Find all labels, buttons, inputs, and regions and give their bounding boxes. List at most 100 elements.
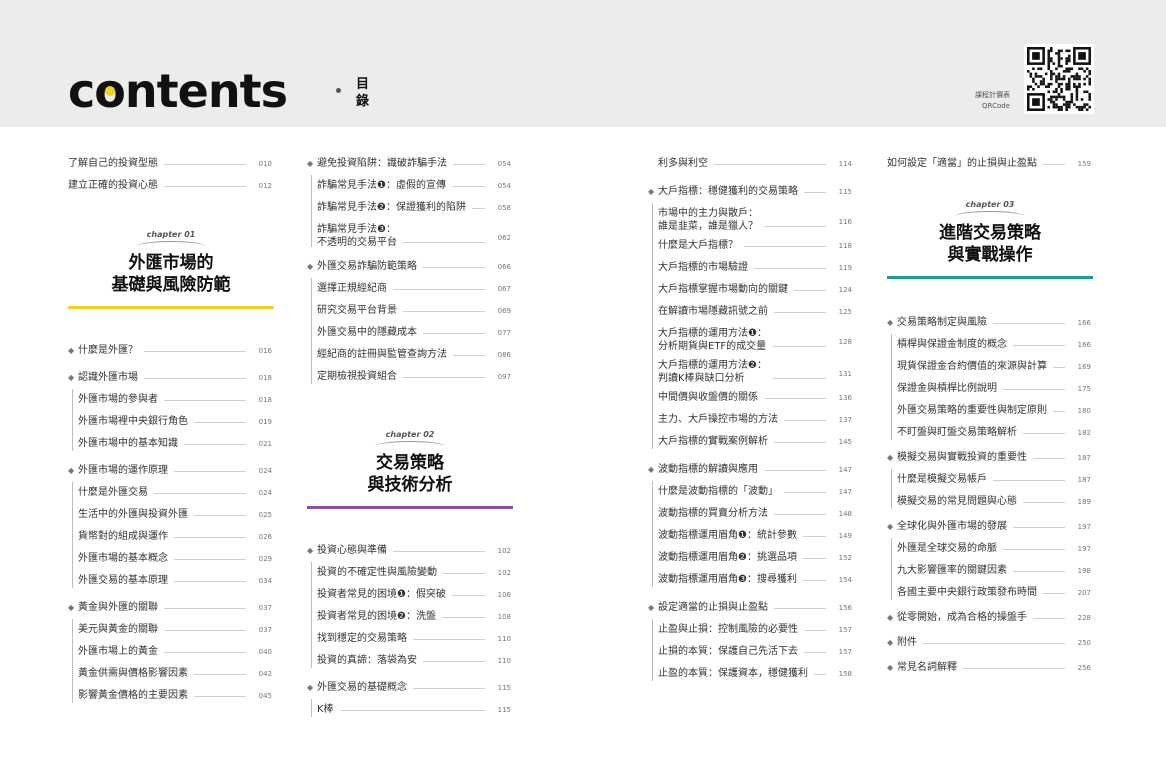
toc-entry-title: 外匯市場中的基本知識: [78, 438, 178, 449]
toc-entry[interactable]: 波動指標運用眉角❸：搜尋獲利 154: [648, 571, 852, 589]
toc-section-entry[interactable]: ◆ 外匯交易詐騙防範策略 066: [307, 258, 511, 276]
toc-section-entry[interactable]: ◆ 外匯市場的運作原理 024: [68, 462, 272, 480]
qr-module: [1047, 57, 1051, 60]
toc-section-entry[interactable]: ◆ 附件 250: [887, 634, 1091, 652]
toc-entry[interactable]: K棒 115: [307, 701, 511, 719]
toc-entry[interactable]: 外匯市場裡中央銀行角色 019: [68, 413, 272, 431]
toc-entry[interactable]: 選擇正規經紀商 067: [307, 280, 511, 298]
dotted-leader: [802, 579, 826, 581]
toc-entry[interactable]: 影響黃金價格的主要因素 045: [68, 687, 272, 705]
toc-entry[interactable]: 大戶指標掌握市場動向的關鍵 124: [648, 281, 852, 299]
toc-section-entry[interactable]: ◆ 常見名詞解釋 256: [887, 659, 1091, 677]
toc-section-entry[interactable]: ◆ 交易策略制定與風險 166: [887, 314, 1091, 332]
dotted-leader: [1003, 548, 1065, 550]
toc-entry[interactable]: 主力、大戶操控市場的方法 137: [648, 411, 852, 429]
toc-entry[interactable]: 止損的本質：保護自己先活下去 157: [648, 643, 852, 661]
toc-entry[interactable]: 投資者常見的困境❷：洗盤 108: [307, 608, 511, 626]
toc-entry[interactable]: 止盈的本質：保護資本，穩健獲利 158: [648, 665, 852, 683]
dotted-leader: [403, 376, 485, 378]
toc-section-entry[interactable]: ◆ 什麼是外匯？ 016: [68, 342, 272, 360]
qr-module: [1027, 70, 1030, 73]
toc-entry[interactable]: 市場中的主力與散戶： 誰是韭菜，誰是獵人？ 116: [648, 205, 852, 233]
toc-entry[interactable]: 各國主要中央銀行政策發布時間 207: [887, 584, 1091, 602]
qr-module: [1073, 103, 1076, 106]
toc-entry[interactable]: 波動指標的買賣分析方法 148: [648, 505, 852, 523]
toc-entry[interactable]: 詐騙常見手法❷：保證獲利的陷阱 058: [307, 199, 511, 217]
toc-entry[interactable]: 投資者常見的困境❶：假突破 106: [307, 586, 511, 604]
toc-entry[interactable]: 什麼是外匯交易 024: [68, 484, 272, 502]
toc-section-entry[interactable]: ◆ 投資心態與準備 102: [307, 542, 511, 560]
toc-entry[interactable]: 外匯是全球交易的命脈 197: [887, 540, 1091, 558]
toc-entry[interactable]: 在解讀市場隱藏訊號之前 125: [648, 303, 852, 321]
toc-entry[interactable]: 波動指標運用眉角❶：統計參數 149: [648, 527, 852, 545]
toc-page-number: 157: [838, 626, 852, 634]
toc-entry[interactable]: 外匯市場上的黃金 040: [68, 643, 272, 661]
chapter-arc: [375, 441, 445, 452]
toc-section-entry[interactable]: ◆ 外匯交易的基礎概念 115: [307, 679, 511, 697]
dotted-leader: [774, 441, 826, 443]
toc-entry[interactable]: 模擬交易的常見問題與心態 189: [887, 493, 1091, 511]
qr-module: [1065, 105, 1068, 109]
toc-entry[interactable]: 經紀商的註冊與監管查詢方法 086: [307, 346, 511, 364]
toc-section-entry[interactable]: ◆ 全球化與外匯市場的發展 197: [887, 518, 1091, 536]
toc-page-number: 110: [497, 657, 511, 665]
toc-entry[interactable]: 建立正確的投資心態 012: [68, 177, 272, 195]
toc-section-entry[interactable]: ◆ 認識外匯市場 018: [68, 369, 272, 387]
dotted-leader: [194, 673, 246, 675]
toc-entry[interactable]: 現貨保證金合約價值的來源與計算 169: [887, 358, 1091, 376]
toc-entry[interactable]: 中間價與收盤價的關係 136: [648, 389, 852, 407]
toc-entry[interactable]: 了解自己的投資型態 010: [68, 155, 272, 173]
toc-entry[interactable]: 找到穩定的交易策略 110: [307, 630, 511, 648]
toc-entry[interactable]: 止盈與止損：控制風險的必要性 157: [648, 621, 852, 639]
qr-code-icon[interactable]: [1024, 44, 1094, 114]
toc-section-entry[interactable]: ◆ 大戶指標：穩健獲利的交易策略 115: [648, 183, 852, 201]
toc-entry[interactable]: 不盯盤與盯盤交易策略解析 182: [887, 424, 1091, 442]
toc-entry[interactable]: 如何設定「適當」的止損與止盈點 159: [887, 155, 1091, 173]
toc-entry[interactable]: 什麼是模擬交易帳戶 187: [887, 471, 1091, 489]
toc-entry[interactable]: 保證金與槓桿比例說明 175: [887, 380, 1091, 398]
toc-page-number: 012: [258, 182, 272, 190]
toc-section-entry[interactable]: ◆ 波動指標的解讀與應用 147: [648, 461, 852, 479]
toc-entry[interactable]: 外匯市場的參與者 018: [68, 391, 272, 409]
toc-section-entry[interactable]: ◆ 設定適當的止損與止盈點 156: [648, 599, 852, 617]
toc-entry[interactable]: 外匯交易中的隱藏成本 077: [307, 324, 511, 342]
toc-entry[interactable]: 外匯市場中的基本知識 021: [68, 435, 272, 453]
toc-entry[interactable]: 利多與利空 114: [648, 155, 852, 173]
toc-entry[interactable]: 美元與黃金的關聯 037: [68, 621, 272, 639]
toc-page-number: 197: [1077, 523, 1091, 531]
toc-entry[interactable]: 定期檢視投資組合 097: [307, 368, 511, 386]
qr-module: [1065, 57, 1068, 60]
toc-entry[interactable]: 貨幣對的組成與運作 026: [68, 528, 272, 546]
toc-entry[interactable]: 大戶指標的運用方法❷： 判讀K棒與缺口分析 131: [648, 357, 852, 385]
qr-module: [1057, 57, 1061, 60]
qr-module: [1065, 85, 1068, 88]
toc-entry[interactable]: 詐騙常見手法❶：虛假的宣傳 054: [307, 177, 511, 195]
toc-section-entry[interactable]: ◆ 從零開始，成為合格的操盤手 228: [887, 609, 1091, 627]
toc-entry[interactable]: 詐騙常見手法❸： 不透明的交易平台 062: [307, 221, 511, 249]
toc-page-number: 157: [838, 648, 852, 656]
qr-module: [1055, 52, 1058, 55]
toc-section-entry[interactable]: ◆ 避免投資陷阱：識破詐騙手法 054: [307, 155, 511, 173]
toc-page-number: 114: [838, 160, 852, 168]
toc-entry[interactable]: 生活中的外匯與投資外匯 025: [68, 506, 272, 524]
toc-entry[interactable]: 投資的真諦：落袋為安 110: [307, 652, 511, 670]
toc-entry[interactable]: 波動指標運用眉角❷：挑選品項 152: [648, 549, 852, 567]
toc-entry[interactable]: 什麼是波動指標的「波動」 147: [648, 483, 852, 501]
toc-section-entry[interactable]: ◆ 黃金與外匯的關聯 037: [68, 599, 272, 617]
toc-entry[interactable]: 槓桿與保證金制度的概念 166: [887, 336, 1091, 354]
toc-entry[interactable]: 外匯交易策略的重要性與制定原則 180: [887, 402, 1091, 420]
toc-page-number: 018: [258, 396, 272, 404]
qr-module: [1047, 67, 1051, 71]
toc-entry[interactable]: 外匯市場的基本概念 029: [68, 550, 272, 568]
toc-entry[interactable]: 黃金供需與價格影響因素 042: [68, 665, 272, 683]
toc-entry[interactable]: 九大影響匯率的關鍵因素 198: [887, 562, 1091, 580]
toc-entry[interactable]: 研究交易平台背景 069: [307, 302, 511, 320]
toc-entry[interactable]: 外匯交易的基本原理 034: [68, 572, 272, 590]
toc-entry-title: 保證金與槓桿比例說明: [897, 383, 997, 394]
toc-entry[interactable]: 大戶指標的實戰案例解析 145: [648, 433, 852, 451]
toc-entry[interactable]: 什麼是大戶指標？ 118: [648, 237, 852, 255]
toc-entry[interactable]: 投資的不確定性與風險變動 102: [307, 564, 511, 582]
toc-entry[interactable]: 大戶指標的市場驗證 119: [648, 259, 852, 277]
toc-entry[interactable]: 大戶指標的運用方法❶： 分析期貨與ETF的成交量 128: [648, 325, 852, 353]
toc-section-entry[interactable]: ◆ 模擬交易與實戰投資的重要性 187: [887, 449, 1091, 467]
